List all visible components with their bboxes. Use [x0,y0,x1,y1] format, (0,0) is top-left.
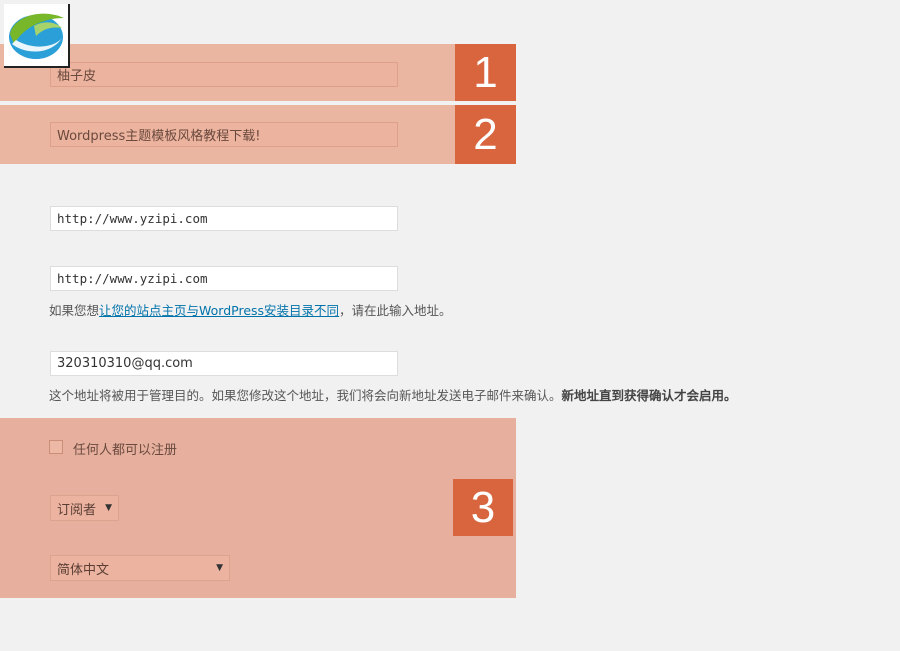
site-title-input[interactable]: 柚子皮 [50,62,398,87]
email-desc-normal: 这个地址将被用于管理目的。如果您修改这个地址，我们将会向新地址发送电子邮件来确认… [49,388,562,403]
tagline-input[interactable]: Wordpress主题模板风格教程下载! [50,122,398,147]
anyone-can-register-checkbox[interactable] [49,440,63,454]
caret-down-icon: ▼ [216,563,223,573]
site-logo [4,4,70,68]
site-address-desc-prefix: 如果您想 [49,303,100,318]
email-description: 这个地址将被用于管理目的。如果您修改这个地址，我们将会向新地址发送电子邮件来确认… [49,385,737,404]
default-role-select[interactable]: 订阅者 ▼ [50,495,119,521]
leaf-globe-logo-icon [9,13,64,59]
site-address-desc-suffix: ，请在此输入地址。 [339,303,452,318]
site-address-input[interactable]: http://www.yzipi.com [50,266,398,291]
step-badge-2: 2 [455,105,516,164]
site-language-select[interactable]: 简体中文 ▼ [50,555,230,581]
site-address-help-link[interactable]: 让您的站点主页与WordPress安装目录不同 [99,303,339,318]
step-badge-3: 3 [453,479,513,536]
default-role-value: 订阅者 [57,502,97,518]
site-language-value: 简体中文 [57,562,110,578]
site-address-description: 如果您想让您的站点主页与WordPress安装目录不同，请在此输入地址。 [49,300,452,319]
anyone-can-register-label: 任何人都可以注册 [73,443,178,458]
step-badge-1: 1 [455,44,516,101]
admin-email-input[interactable]: 320310310@qq.com [50,351,398,376]
email-desc-bold: 新地址直到获得确认才会启用。 [561,388,737,403]
caret-down-icon: ▼ [105,503,112,513]
wordpress-address-input[interactable]: http://www.yzipi.com [50,206,398,231]
